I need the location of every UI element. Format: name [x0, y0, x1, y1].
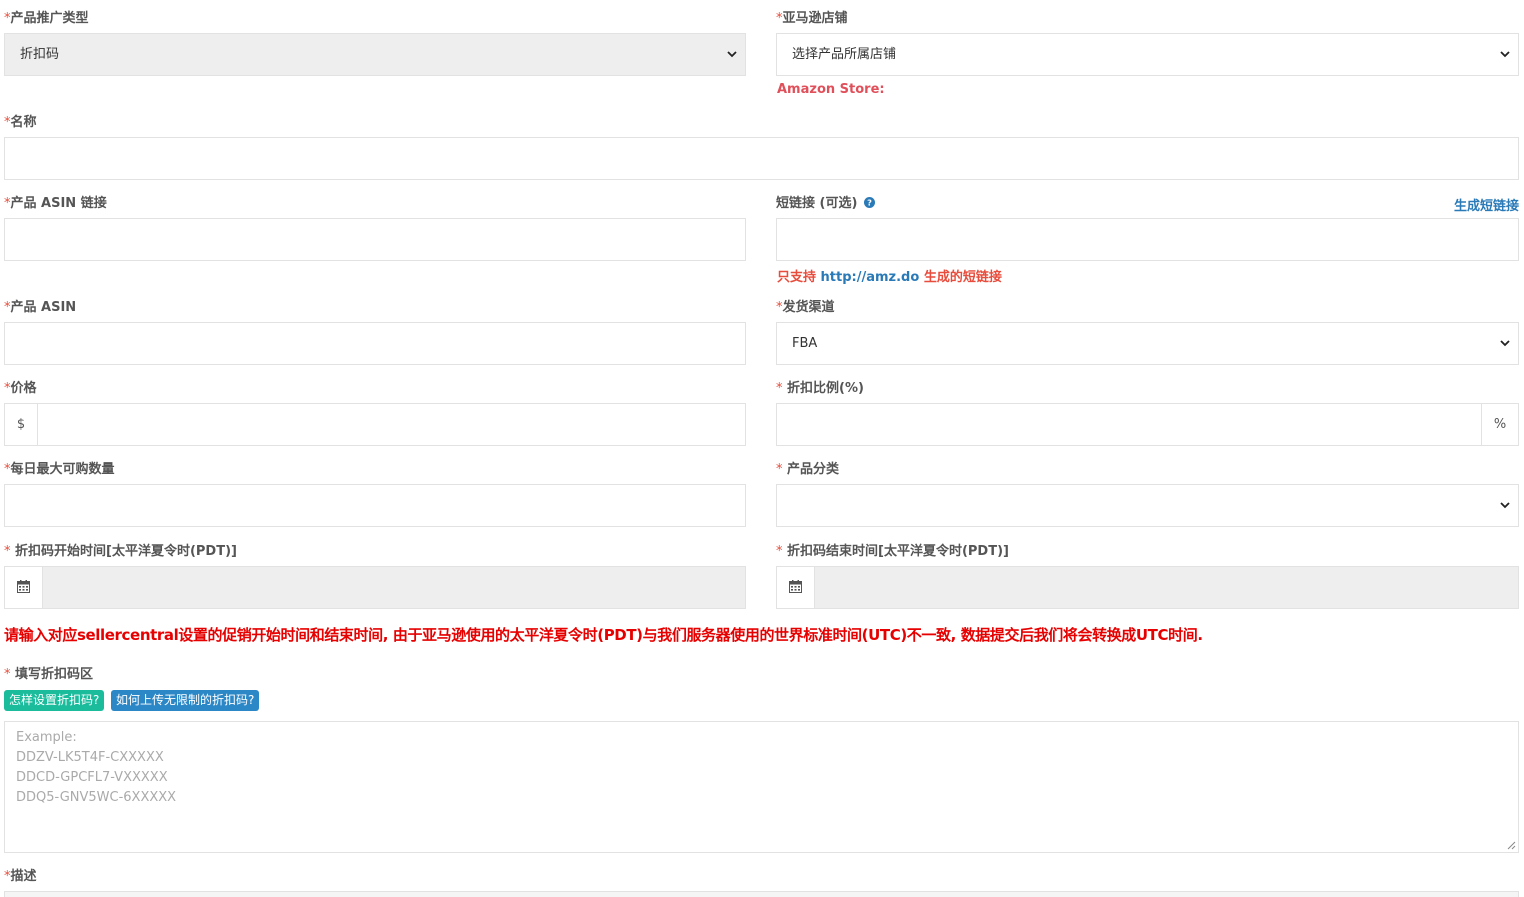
promo-type-select[interactable]: 折扣码: [4, 33, 746, 76]
short-link-label: 短链接 (可选) ?: [776, 195, 875, 213]
how-to-upload-unlimited-button[interactable]: 如何上传无限制的折扣码?: [111, 690, 260, 711]
asin-link-label: *产品 ASIN 链接: [4, 196, 107, 211]
asin-input[interactable]: [4, 322, 746, 365]
start-time-label: * 折扣码开始时间[太平洋夏令时(PDT)]: [4, 544, 237, 559]
promo-type-value: 折扣码: [20, 47, 60, 62]
time-notice: 请输入对应sellercentral设置的促销开始时间和结束时间, 由于亚马逊使…: [4, 626, 1203, 644]
currency-addon: $: [5, 404, 38, 445]
discount-ratio-label: * 折扣比例(%): [776, 381, 864, 396]
price-input[interactable]: $: [4, 403, 746, 446]
codes-textarea[interactable]: Example: DDZV-LK5T4F-CXXXXX DDCD-GPCFL7-…: [4, 721, 1519, 853]
store-label: *亚马逊店铺: [776, 11, 848, 26]
store-hint: Amazon Store:: [777, 82, 885, 97]
shipping-value: FBA: [792, 336, 818, 351]
codes-label: * 填写折扣码区: [4, 667, 94, 682]
shipping-label: *发货渠道: [776, 300, 835, 315]
discount-ratio-input[interactable]: %: [776, 403, 1519, 446]
chevron-down-icon: [727, 51, 737, 58]
short-link-note: 只支持 http://amz.do 生成的短链接: [777, 270, 1002, 285]
svg-text:?: ?: [867, 198, 872, 208]
resize-handle-icon[interactable]: [1507, 841, 1516, 850]
name-input[interactable]: [4, 137, 1519, 180]
daily-max-input[interactable]: [4, 484, 746, 527]
asin-link-input[interactable]: [4, 218, 746, 261]
chevron-down-icon: [1500, 51, 1510, 58]
calendar-icon: [17, 580, 30, 593]
category-select[interactable]: [776, 484, 1519, 527]
daily-max-label: *每日最大可购数量: [4, 462, 115, 477]
shipping-select[interactable]: FBA: [776, 322, 1519, 365]
end-time-label: * 折扣码结束时间[太平洋夏令时(PDT)]: [776, 544, 1009, 559]
category-label: * 产品分类: [776, 462, 840, 477]
asin-label: *产品 ASIN: [4, 300, 77, 315]
generate-short-link-link[interactable]: 生成短链接: [1454, 195, 1519, 214]
start-time-input[interactable]: [4, 566, 746, 609]
short-link-url: http://amz.do: [820, 270, 920, 285]
promo-type-label: *产品推广类型: [4, 11, 89, 26]
percent-addon: %: [1481, 404, 1518, 445]
chevron-down-icon: [1500, 340, 1510, 347]
question-circle-icon[interactable]: ?: [863, 197, 875, 208]
chevron-down-icon: [1500, 502, 1510, 509]
store-select[interactable]: 选择产品所属店铺: [776, 33, 1519, 76]
how-to-set-code-button[interactable]: 怎样设置折扣码?: [4, 690, 105, 711]
description-label: *描述: [4, 869, 37, 884]
name-label: *名称: [4, 115, 37, 130]
short-link-input[interactable]: [776, 218, 1519, 261]
end-calendar-addon[interactable]: [777, 567, 815, 608]
codes-placeholder: Example: DDZV-LK5T4F-CXXXXX DDCD-GPCFL7-…: [16, 730, 177, 805]
start-calendar-addon[interactable]: [5, 567, 43, 608]
description-editor[interactable]: [4, 891, 1519, 897]
end-time-input[interactable]: [776, 566, 1519, 609]
calendar-icon: [789, 580, 802, 593]
price-label: *价格: [4, 381, 37, 396]
store-value: 选择产品所属店铺: [792, 47, 897, 62]
